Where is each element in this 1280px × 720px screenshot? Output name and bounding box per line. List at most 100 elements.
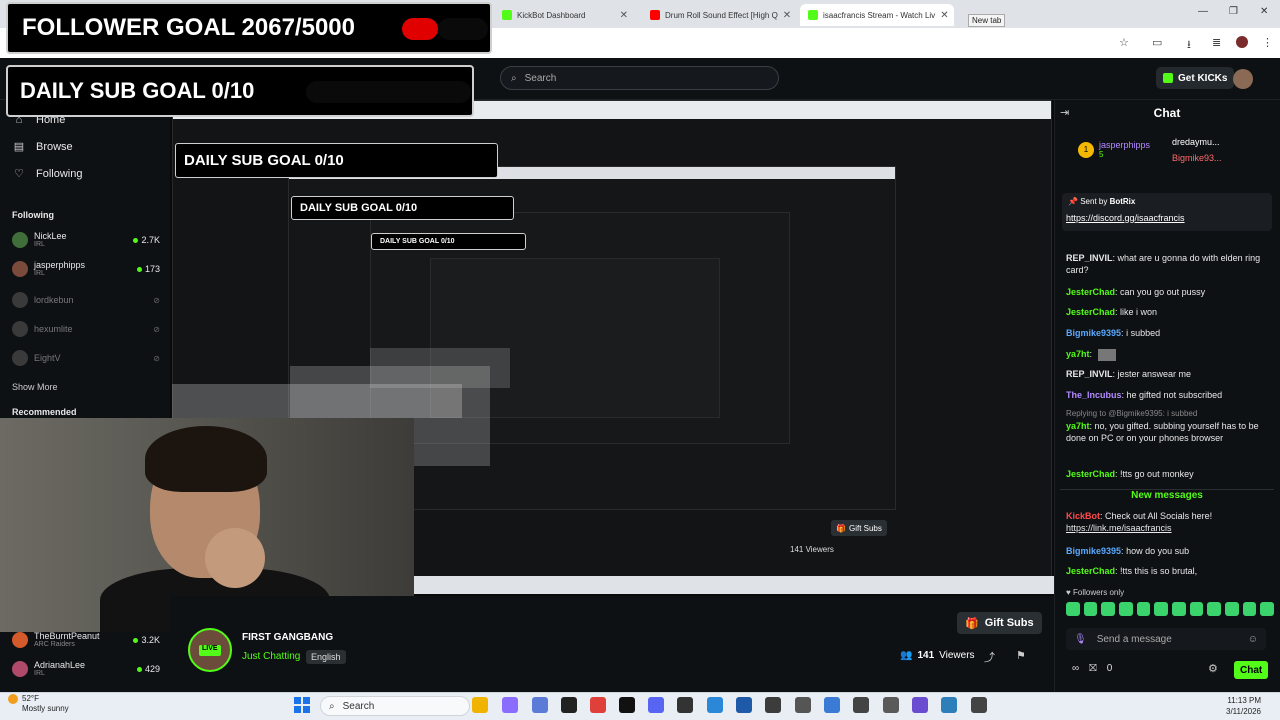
app-icon[interactable] — [912, 697, 928, 713]
pinned-link[interactable]: https://discord.gg/isaacfrancis — [1066, 213, 1185, 223]
system-clock[interactable]: 11:13 PM 3/11/2026 — [1226, 695, 1261, 717]
chat-username[interactable]: The_Incubus — [1066, 390, 1122, 400]
maximize-icon[interactable]: ❐ — [1229, 6, 1238, 17]
app-icon[interactable] — [765, 697, 781, 713]
emote-icon[interactable] — [1260, 602, 1275, 616]
chat-link[interactable]: https://link.me/isaacfrancis — [1066, 523, 1172, 533]
app-icon[interactable] — [677, 697, 693, 713]
app-icon[interactable] — [971, 697, 987, 713]
microphone-icon[interactable]: 🎙 — [1074, 634, 1087, 645]
cast-icon[interactable]: ▭ — [1152, 36, 1162, 49]
app-icon[interactable] — [707, 697, 723, 713]
minimize-icon[interactable]: — — [1198, 6, 1208, 17]
search-input[interactable]: ⌕ Search — [500, 66, 779, 90]
close-icon[interactable]: ✕ — [620, 10, 628, 21]
epic-games-icon[interactable] — [561, 697, 577, 713]
chat-username[interactable]: Bigmike9395 — [1066, 546, 1121, 556]
show-more-link[interactable]: Show More — [12, 382, 58, 392]
chat-username[interactable]: REP_INVIL — [1066, 253, 1113, 263]
chrome-icon[interactable] — [590, 697, 606, 713]
chat-message-input[interactable]: 🎙 Send a message ☺ — [1066, 628, 1266, 650]
emote-icon[interactable] — [1207, 602, 1222, 616]
tab-isaacfrancis-stream[interactable]: isaacfrancis Stream - Watch Liv ✕ — [800, 4, 954, 26]
chat-username[interactable]: ya7ht — [1066, 421, 1090, 431]
chat-username[interactable]: KickBot — [1066, 511, 1100, 521]
emote-icon[interactable] — [1189, 602, 1204, 616]
emote-icon[interactable] — [1154, 602, 1169, 616]
app-icon[interactable] — [795, 697, 811, 713]
chat-username[interactable]: JesterChad — [1066, 307, 1115, 317]
gear-icon[interactable]: ⚙ — [1208, 662, 1218, 675]
send-chat-button[interactable]: Chat — [1234, 661, 1269, 679]
media-app-icon[interactable] — [502, 697, 518, 713]
gift-subs-label: Gift Subs — [848, 523, 882, 533]
followers-only-notice: ♥ Followers only — [1066, 588, 1124, 597]
top-gifter-2[interactable]: dredaymu... — [1172, 137, 1220, 147]
more-options-icon[interactable]: ⚑ — [1016, 649, 1026, 662]
emote-icon[interactable] — [1119, 602, 1133, 616]
close-icon[interactable]: ✕ — [783, 10, 791, 21]
top-gifter[interactable]: 1 jasperphipps 5 — [1078, 140, 1150, 159]
emote-icon[interactable] — [1136, 602, 1151, 616]
menu-dots-icon[interactable]: ⋮ — [1262, 36, 1273, 49]
sidebar-channel-theburntpeanut[interactable]: TheBurntPeanut ARC Raiders 3.2K — [12, 630, 160, 650]
emote-icon[interactable] — [1101, 602, 1116, 616]
sidebar-channel-adrianahlee[interactable]: AdrianahLee IRL 429 — [12, 659, 160, 679]
viewer-count: 429 — [144, 664, 160, 674]
app-icon[interactable] — [941, 697, 957, 713]
sidebar-item-following[interactable]: ♡ Following — [12, 167, 82, 181]
weather-temp: 52°F — [22, 694, 39, 704]
stream-category-link[interactable]: Just Chatting — [242, 651, 300, 662]
pinned-message[interactable]: 📌 Sent by BotRix https://discord.gg/isaa… — [1062, 193, 1272, 231]
chat-username[interactable]: REP_INVIL — [1066, 369, 1113, 379]
chat-username[interactable]: JesterChad — [1066, 566, 1115, 576]
weather-widget[interactable]: 52°F Mostly sunny — [8, 694, 69, 714]
chat-username[interactable]: Bigmike9395 — [1066, 328, 1121, 338]
emote-icon[interactable] — [1242, 602, 1257, 616]
emote-icon[interactable] — [1083, 602, 1098, 616]
emote-icon[interactable] — [1172, 602, 1186, 616]
tab-title: isaacfrancis Stream - Watch Liv — [823, 10, 936, 20]
emote-picker-icon[interactable]: ∞ — [1072, 663, 1079, 674]
get-kicks-button[interactable]: Get KICKs — [1156, 67, 1235, 89]
emoji-icon[interactable]: ☺ — [1248, 634, 1258, 645]
sidebar-channel-hexumlite[interactable]: hexumlite ⊘ — [12, 319, 160, 339]
taskbar-search-input[interactable]: ⌕ Search — [320, 696, 470, 716]
file-explorer-icon[interactable] — [472, 697, 488, 713]
windows-start-icon[interactable] — [294, 697, 310, 713]
sidebar-channel-eightv[interactable]: EightV ⊘ — [12, 348, 160, 368]
emote-icon[interactable] — [1066, 602, 1080, 616]
capcut-icon[interactable] — [619, 697, 635, 713]
app-icon[interactable] — [736, 697, 752, 713]
close-window-icon[interactable]: ✕ — [1260, 6, 1268, 17]
download-icon[interactable]: ⭳ — [1187, 36, 1191, 55]
gift-subs-button[interactable]: 🎁 Gift Subs — [957, 612, 1042, 634]
language-tag[interactable]: English — [306, 650, 346, 664]
avatar[interactable] — [1233, 69, 1253, 89]
discord-icon[interactable] — [648, 697, 664, 713]
emote-quick-bar[interactable] — [1066, 602, 1275, 618]
gift-icon[interactable]: ⛝ — [1089, 663, 1097, 674]
profile-avatar[interactable] — [1236, 36, 1248, 48]
app-icon[interactable] — [824, 697, 840, 713]
chat-username[interactable]: ya7ht — [1066, 349, 1090, 359]
extensions-icon[interactable]: ≣ — [1212, 36, 1221, 49]
top-gifter-3[interactable]: Bigmike93... — [1172, 153, 1222, 163]
tab-drum-roll[interactable]: Drum Roll Sound Effect [High Q ✕ — [642, 4, 794, 26]
chat-username[interactable]: JesterChad — [1066, 287, 1115, 297]
share-icon[interactable]: ⤴ — [984, 649, 995, 665]
close-icon[interactable]: ✕ — [940, 10, 948, 21]
sidebar-channel-nicklee[interactable]: NickLee IRL 2.7K — [12, 230, 160, 250]
sidebar-item-browse[interactable]: ▤ Browse — [12, 140, 73, 154]
app-icon[interactable] — [532, 697, 548, 713]
sidebar-channel-jasperphipps[interactable]: jasperphipps IRL 173 — [12, 259, 160, 279]
new-messages-divider[interactable]: New messages — [1060, 489, 1274, 501]
chat-message: JesterChad: !tts go out monkey — [1066, 469, 1194, 479]
tab-kickbot-dashboard[interactable]: KickBot Dashboard ✕ — [494, 4, 636, 26]
app-icon[interactable] — [853, 697, 869, 713]
app-icon[interactable] — [883, 697, 899, 713]
star-icon[interactable]: ☆ — [1119, 36, 1129, 49]
emote-icon[interactable] — [1225, 602, 1239, 616]
sidebar-channel-lordkebun[interactable]: lordkebun ⊘ — [12, 290, 160, 310]
chat-username[interactable]: JesterChad — [1066, 469, 1115, 479]
